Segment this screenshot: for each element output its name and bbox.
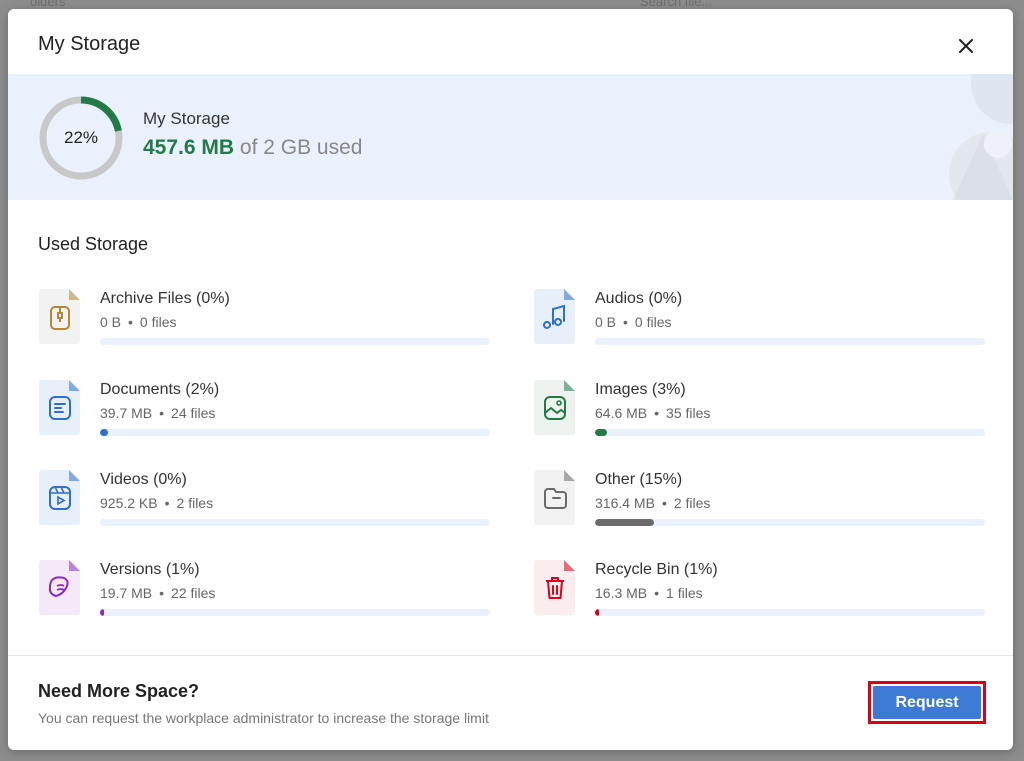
category-file-count: 2 files: [176, 495, 214, 511]
storage-category-documents[interactable]: Documents (2%) 39.7 MB • 24 files: [38, 378, 493, 440]
category-meta: 316.4 MB • 2 files: [595, 495, 710, 511]
category-size: 0 B: [100, 314, 122, 330]
category-size: 0 B: [595, 314, 617, 330]
category-file-count: 0 files: [634, 314, 672, 330]
category-name: Other (15%): [595, 471, 683, 488]
category-usage-bar: [595, 519, 985, 526]
category-meta: 0 B • 0 files: [100, 314, 177, 330]
need-more-space-subtitle: You can request the workplace administra…: [38, 710, 489, 726]
category-usage-bar: [100, 429, 490, 436]
category-file-count: 35 files: [666, 405, 711, 421]
category-usage-bar: [100, 338, 490, 345]
category-name: Versions (1%): [100, 561, 200, 578]
category-file-count: 1 files: [666, 585, 703, 601]
category-meta: 0 B • 0 files: [595, 314, 672, 330]
category-size: 19.7 MB: [100, 585, 153, 601]
background-folders-label: olders: [30, 0, 66, 9]
footer-divider: [8, 655, 1013, 656]
category-size: 39.7 MB: [100, 405, 153, 421]
request-button-label: Request: [873, 686, 981, 719]
category-name: Documents (2%): [100, 381, 220, 398]
used-storage-title: Used Storage: [38, 234, 149, 254]
meta-separator: •: [159, 585, 165, 601]
meta-separator: •: [661, 495, 667, 511]
storage-category-videos[interactable]: Videos (0%) 925.2 KB • 2 files: [38, 468, 493, 530]
meta-separator: •: [654, 585, 660, 601]
meta-separator: •: [164, 495, 170, 511]
meta-separator: •: [623, 314, 628, 330]
storage-category-other[interactable]: Other (15%) 316.4 MB • 2 files: [533, 468, 988, 530]
category-meta: 925.2 KB • 2 files: [100, 495, 213, 511]
category-meta: 16.3 MB • 1 files: [595, 585, 703, 601]
banner-decoration-icon: [949, 74, 1013, 200]
request-button[interactable]: Request: [868, 681, 986, 724]
category-meta: 19.7 MB • 22 files: [100, 585, 215, 601]
category-name: Videos (0%): [100, 471, 187, 488]
storage-category-recycle[interactable]: Recycle Bin (1%) 16.3 MB • 1 files: [533, 558, 988, 620]
category-usage-bar: [100, 609, 490, 616]
storage-percent-label: 22%: [63, 128, 99, 147]
storage-usage-text: 457.6 MB of 2 GB used: [143, 136, 362, 160]
category-name: Archive Files (0%): [100, 290, 230, 307]
modal-header: My Storage: [8, 9, 1013, 73]
storage-total-text: of 2 GB used: [239, 136, 363, 159]
category-usage-fill: [595, 429, 607, 436]
storage-summary-banner: 22% My Storage 457.6 MB of 2 GB used: [8, 74, 1013, 200]
close-icon: [959, 39, 973, 53]
trash-icon: [534, 560, 575, 615]
category-usage-bar: [100, 519, 490, 526]
category-size: 16.3 MB: [595, 585, 648, 601]
folder-icon: [534, 470, 575, 525]
category-meta: 39.7 MB • 24 files: [100, 405, 215, 421]
category-usage-fill: [595, 519, 654, 526]
storage-used-value: 457.6 MB: [143, 136, 235, 159]
music-note-icon: [534, 289, 575, 344]
meta-separator: •: [654, 405, 660, 421]
close-button[interactable]: [955, 35, 977, 57]
storage-category-versions[interactable]: Versions (1%) 19.7 MB • 22 files: [38, 558, 493, 620]
storage-category-audios[interactable]: Audios (0%) 0 B • 0 files: [533, 287, 988, 349]
category-size: 64.6 MB: [595, 405, 648, 421]
category-name: Images (3%): [595, 381, 686, 398]
storage-modal: My Storage 22% My Storage 457.6 MB of 2 …: [8, 9, 1013, 750]
video-icon: [39, 470, 80, 525]
modal-title: My Storage: [38, 33, 141, 55]
category-size: 316.4 MB: [595, 495, 655, 511]
versions-icon: [39, 560, 80, 615]
need-more-space-title: Need More Space?: [38, 681, 200, 701]
category-meta: 64.6 MB • 35 files: [595, 405, 710, 421]
category-usage-bar: [595, 338, 985, 345]
category-file-count: 0 files: [139, 314, 177, 330]
category-file-count: 24 files: [171, 405, 216, 421]
category-name: Audios (0%): [595, 290, 683, 307]
category-usage-bar: [595, 429, 985, 436]
storage-category-images[interactable]: Images (3%) 64.6 MB • 35 files: [533, 378, 988, 440]
category-file-count: 22 files: [171, 585, 216, 601]
category-usage-fill: [100, 429, 108, 436]
category-name: Recycle Bin (1%): [595, 561, 718, 578]
meta-separator: •: [128, 314, 133, 330]
storage-category-archive[interactable]: Archive Files (0%) 0 B • 0 files: [38, 287, 493, 349]
background-search-input: Search file...: [640, 0, 713, 9]
category-usage-bar: [595, 609, 985, 616]
document-icon: [39, 380, 80, 435]
archive-zip-icon: [39, 289, 80, 344]
image-icon: [534, 380, 575, 435]
category-usage-fill: [595, 609, 599, 616]
category-usage-fill: [100, 609, 104, 616]
category-file-count: 2 files: [673, 495, 711, 511]
storage-title: My Storage: [143, 109, 230, 128]
meta-separator: •: [159, 405, 165, 421]
category-size: 925.2 KB: [100, 495, 158, 511]
